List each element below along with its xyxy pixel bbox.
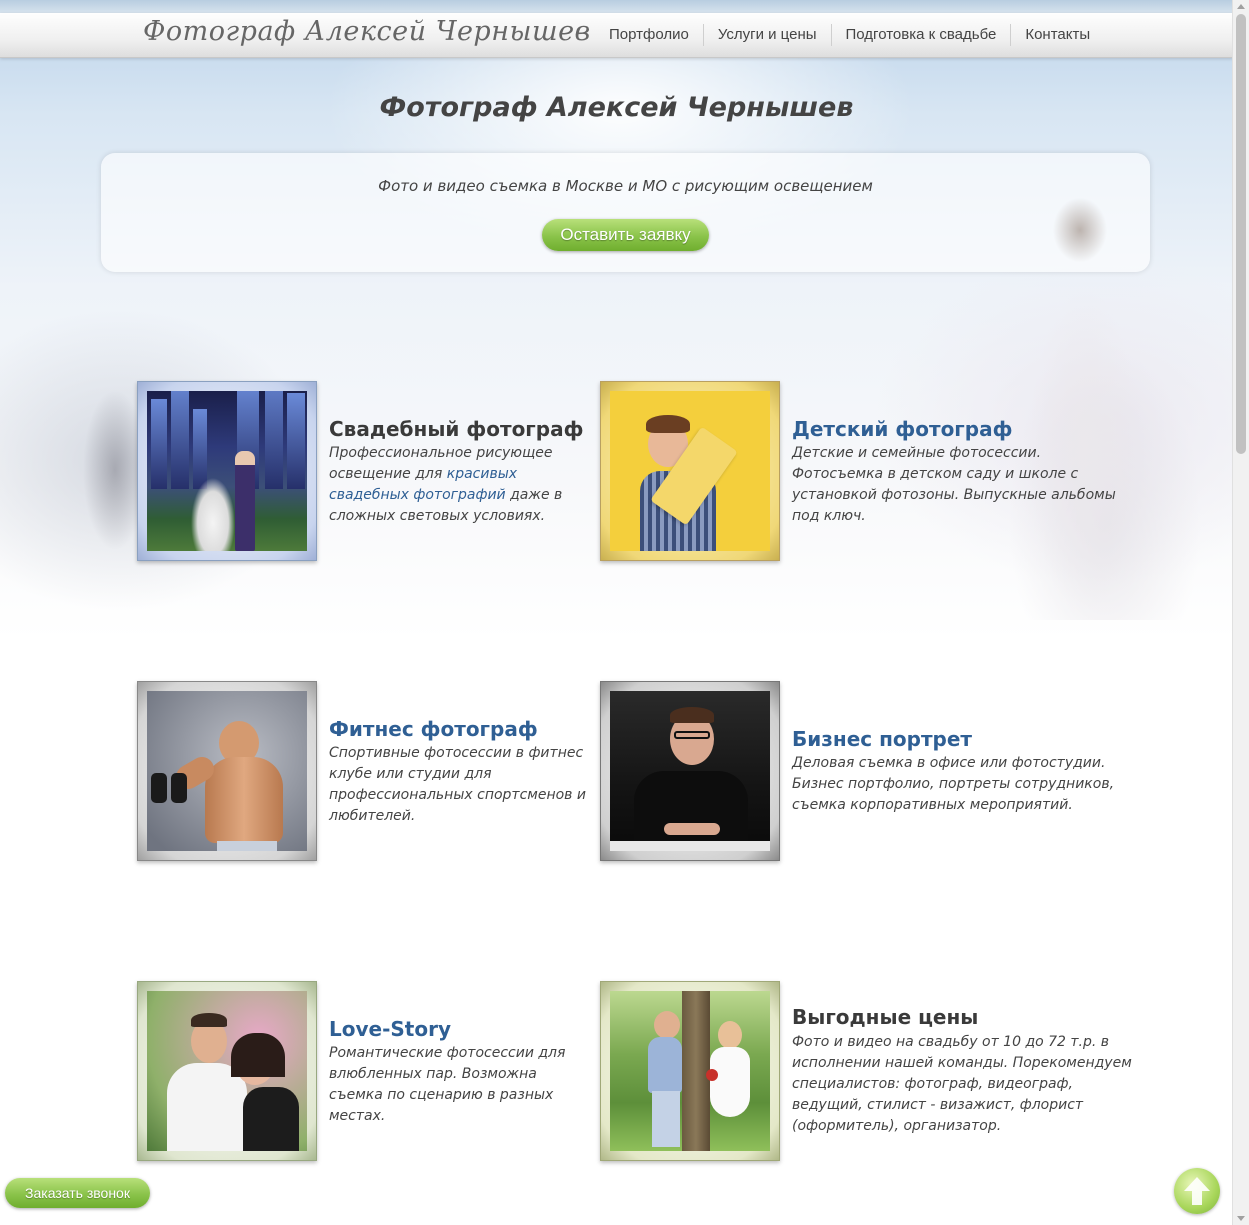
scroll-down-arrow-icon[interactable] <box>1237 1216 1245 1221</box>
wedding-photo[interactable] <box>137 381 317 561</box>
nav-services-prices[interactable]: Услуги и цены <box>702 24 831 46</box>
page-scrollbar[interactable] <box>1232 0 1249 1225</box>
prices-photo[interactable] <box>600 981 780 1161</box>
hero-subtitle: Фото и видео съемка в Москве и МО с рису… <box>378 177 873 195</box>
nav-wedding-prep[interactable]: Подготовка к свадьбе <box>830 24 1011 46</box>
site-header: Фотограф Алексей Чернышев Портфолио Услу… <box>0 13 1233 58</box>
prices-description: Фото и видео на свадьбу от 10 до 72 т.р.… <box>792 1034 1132 1134</box>
page-title: Фотограф Алексей Чернышев <box>379 92 854 123</box>
top-strip <box>0 0 1233 13</box>
service-card-prices: Выгодные цены Фото и видео на свадьбу от… <box>600 981 1132 1163</box>
kids-photo[interactable] <box>600 381 780 561</box>
service-card-business: Бизнес портрет Деловая съемка в офисе ил… <box>600 681 1114 863</box>
fitness-description: Спортивные фотосессии в фитнес клубе или… <box>329 745 586 824</box>
arrow-up-icon <box>1184 1177 1210 1205</box>
wedding-title[interactable]: Свадебный фотограф <box>329 417 583 441</box>
prices-title[interactable]: Выгодные цены <box>792 1005 978 1029</box>
wedding-description: Профессиональное рисующее освещение для … <box>329 443 587 527</box>
nav-portfolio[interactable]: Портфолио <box>595 24 703 46</box>
kids-description: Детские и семейные фотосессии. Фотосъемк… <box>792 445 1116 524</box>
submit-request-button[interactable]: Оставить заявку <box>542 219 709 251</box>
fitness-title[interactable]: Фитнес фотограф <box>329 717 538 741</box>
love-story-description: Романтические фотосессии для влюбленных … <box>329 1045 566 1124</box>
business-photo[interactable] <box>600 681 780 861</box>
service-card-kids: Детский фотограф Детские и семейные фото… <box>600 381 1116 563</box>
business-title[interactable]: Бизнес портрет <box>792 727 972 751</box>
business-description: Деловая съемка в офисе или фотостудии. Б… <box>792 755 1115 813</box>
service-card-fitness: Фитнес фотограф Спортивные фотосессии в … <box>137 681 587 863</box>
service-card-wedding: Свадебный фотограф Профессиональное рису… <box>137 381 587 563</box>
love-story-photo[interactable] <box>137 981 317 1161</box>
kids-title[interactable]: Детский фотограф <box>792 417 1012 441</box>
fitness-photo[interactable] <box>137 681 317 861</box>
scroll-up-arrow-icon[interactable] <box>1237 4 1245 9</box>
hero-box: Фото и видео съемка в Москве и МО с рису… <box>101 153 1150 272</box>
scrollbar-thumb[interactable] <box>1236 14 1246 454</box>
service-card-love-story: Love-Story Романтические фотосессии для … <box>137 981 587 1163</box>
request-callback-button[interactable]: Заказать звонок <box>5 1178 150 1208</box>
nav-contacts[interactable]: Контакты <box>1010 24 1104 46</box>
love-story-title[interactable]: Love-Story <box>329 1017 451 1041</box>
site-logo[interactable]: Фотограф Алексей Чернышев <box>143 16 591 47</box>
main-nav: Портфолио Услуги и цены Подготовка к сва… <box>595 13 1104 57</box>
scroll-to-top-button[interactable] <box>1174 1168 1220 1214</box>
wedding-text-before: Профессиональное рисующее освещение для <box>329 445 553 482</box>
